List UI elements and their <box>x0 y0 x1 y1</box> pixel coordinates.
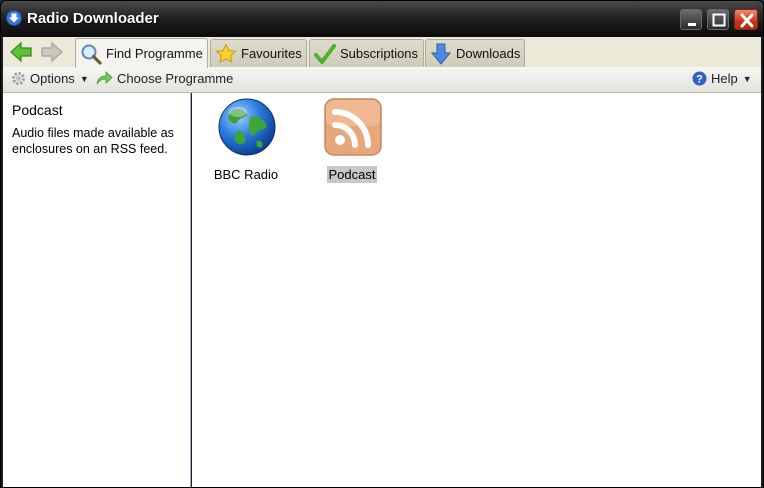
choose-programme-label: Choose Programme <box>117 71 234 86</box>
tab-subscriptions[interactable]: Subscriptions <box>309 39 424 67</box>
svg-text:?: ? <box>696 74 703 86</box>
tab-label: Find Programme <box>106 46 203 61</box>
tab-downloads[interactable]: Downloads <box>425 39 525 67</box>
close-icon <box>740 13 754 28</box>
provider-label-wrapper: Podcast <box>302 166 402 183</box>
tab-bar: Find Programme Favourites Subscriptions … <box>3 37 761 68</box>
app-download-icon <box>6 10 22 26</box>
maximize-button[interactable] <box>707 9 729 30</box>
minimize-button[interactable] <box>680 9 702 30</box>
provider-label: BBC Radio <box>213 167 279 182</box>
provider-description: Audio files made available as enclosures… <box>12 126 174 156</box>
app-window: Radio Downloader Find Programme Favourit… <box>0 0 764 488</box>
provider-title: Podcast <box>12 102 63 118</box>
checkmark-icon <box>314 43 336 64</box>
rss-feed-icon <box>324 98 382 156</box>
magnifier-icon <box>81 44 102 65</box>
toolbar: Options ▼ Choose Programme ? Help ▼ <box>3 67 761 93</box>
choose-programme-button[interactable]: Choose Programme <box>96 71 233 86</box>
options-button[interactable]: Options ▼ <box>11 71 89 86</box>
help-button[interactable]: ? Help ▼ <box>692 71 752 86</box>
help-label: Help <box>711 71 738 86</box>
tab-label: Subscriptions <box>340 46 419 61</box>
minimize-icon <box>688 23 696 26</box>
globe-icon <box>218 98 276 156</box>
provider-podcast[interactable]: Podcast <box>302 97 402 183</box>
star-icon <box>215 42 237 63</box>
provider-info-panel: Podcast Audio files made available as en… <box>3 93 191 487</box>
chevron-down-icon: ▼ <box>79 73 89 84</box>
title-bar[interactable]: Radio Downloader <box>1 1 763 37</box>
help-icon: ? <box>692 71 707 86</box>
chevron-down-icon: ▼ <box>742 73 752 84</box>
tab-label: Downloads <box>456 46 521 61</box>
maximize-icon <box>712 13 726 27</box>
download-arrow-icon <box>430 43 452 65</box>
options-label: Options <box>30 71 75 86</box>
close-button[interactable] <box>734 9 758 30</box>
tab-find-programme[interactable]: Find Programme <box>75 38 208 68</box>
forward-arrow-icon[interactable] <box>40 40 64 64</box>
provider-bbc-radio[interactable]: BBC Radio <box>196 97 296 183</box>
tab-label: Favourites <box>241 46 302 61</box>
gear-icon <box>12 72 25 85</box>
window-title: Radio Downloader <box>27 10 159 27</box>
tab-favourites[interactable]: Favourites <box>210 39 307 67</box>
redirect-arrow-icon <box>96 71 113 85</box>
provider-list: BBC Radio Podcast <box>192 93 761 487</box>
back-arrow-icon[interactable] <box>9 40 33 64</box>
provider-label: Podcast <box>326 166 378 183</box>
